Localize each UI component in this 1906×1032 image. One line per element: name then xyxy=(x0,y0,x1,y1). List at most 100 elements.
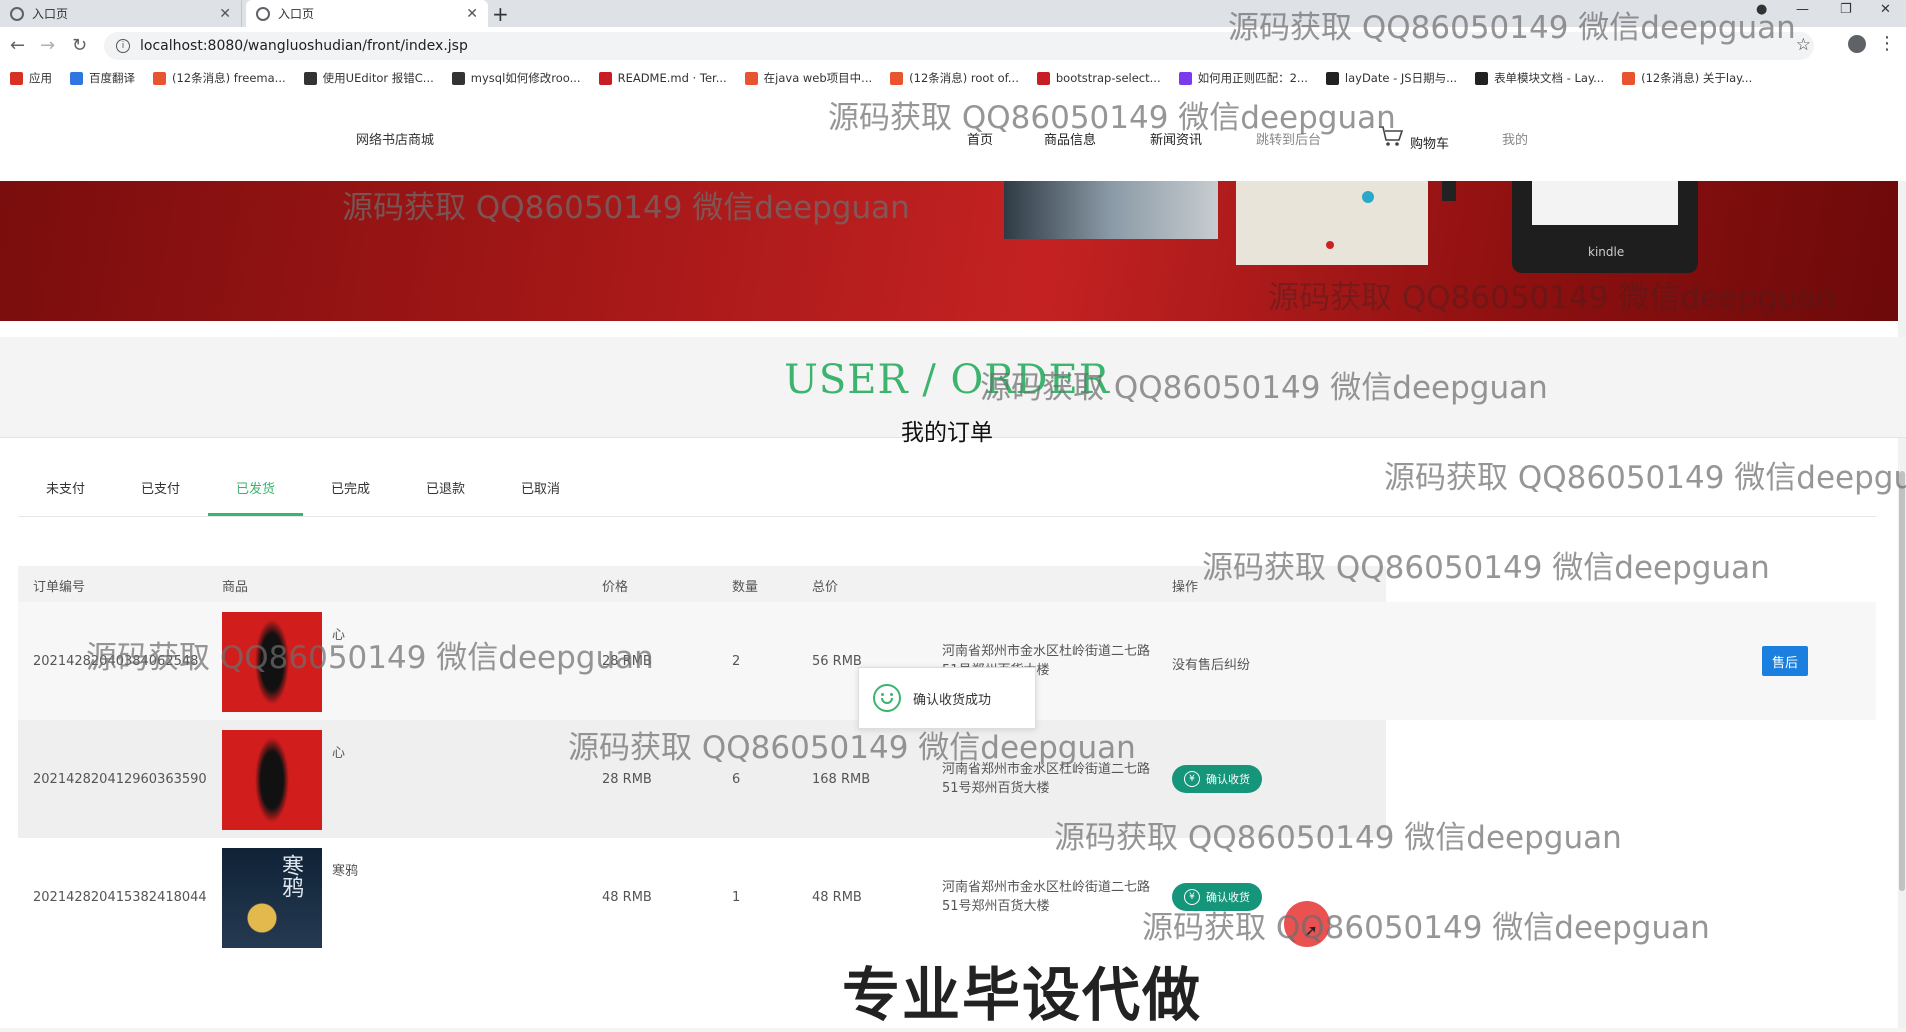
profile-icon[interactable] xyxy=(1848,35,1866,53)
browser-tab-title: 入口页 xyxy=(32,7,69,21)
menu-icon[interactable]: ⋮ xyxy=(1878,33,1896,54)
bookmark-star-icon[interactable]: ☆ xyxy=(1796,35,1811,55)
globe-icon xyxy=(256,6,270,21)
scrollbar[interactable] xyxy=(1898,181,1906,1028)
bookmark-favicon-icon xyxy=(70,71,83,85)
close-icon[interactable]: ✕ xyxy=(219,6,231,22)
product-image[interactable] xyxy=(222,612,322,712)
forward-icon[interactable]: → xyxy=(40,35,55,56)
total-price: 168 RMB xyxy=(812,772,871,787)
nav-home[interactable]: 首页 xyxy=(967,129,993,148)
bookmark-item[interactable]: (12条消息) freema... xyxy=(153,70,286,86)
reload-icon[interactable]: ↻ xyxy=(72,35,87,56)
order-number: 202142820412960363590 xyxy=(33,772,207,787)
product-image[interactable] xyxy=(222,730,322,830)
bookmark-label: bootstrap-select... xyxy=(1055,71,1161,85)
confirm-receipt-button[interactable]: ¥ 确认收货 xyxy=(1172,883,1262,911)
product-image[interactable]: 寒鸦 xyxy=(222,848,322,948)
url-text[interactable]: localhost:8080/wangluoshudian/front/inde… xyxy=(140,38,468,54)
col-product: 商品 xyxy=(222,580,249,595)
nav-news[interactable]: 新闻资讯 xyxy=(1150,129,1202,148)
col-order-no: 订单编号 xyxy=(33,580,86,595)
bookmark-item[interactable]: README.md · Ter... xyxy=(598,71,727,85)
toast-message: 确认收货成功 xyxy=(858,667,1036,729)
bookmark-item[interactable]: (12条消息) root of... xyxy=(890,70,1019,86)
close-window-icon[interactable]: ✕ xyxy=(1880,2,1891,17)
info-icon[interactable]: i xyxy=(116,39,130,53)
price: 28 RMB xyxy=(602,654,652,669)
shipping-address: 河南省郑州市金水区杜岭街道二七路51号郑州百货大楼 xyxy=(942,762,1151,796)
bookmark-favicon-icon xyxy=(303,71,317,85)
bookmark-item[interactable]: 百度翻译 xyxy=(70,70,135,86)
price: 28 RMB xyxy=(602,772,652,787)
bookmark-item[interactable]: (12条消息) 关于lay... xyxy=(1622,70,1752,86)
close-icon[interactable]: ✕ xyxy=(466,6,478,22)
bookmark-favicon-icon xyxy=(890,71,904,85)
bookmark-item[interactable]: 如何用正则匹配：2... xyxy=(1178,70,1308,86)
order-tab[interactable]: 已支付 xyxy=(113,466,208,514)
minimize-icon[interactable]: — xyxy=(1796,2,1809,17)
nav-cart[interactable]: 购物车 xyxy=(1410,133,1449,152)
bookmarks-bar: 应用 百度翻译 (12条消息) freema... 使用UEditor 报错C... m… xyxy=(0,65,1906,92)
confirm-receipt-button[interactable]: ¥ 确认收货 xyxy=(1172,765,1262,793)
address-bar: ← → ↻ i localhost:8080/wangluoshudian/fr… xyxy=(0,27,1906,65)
banner-book-2 xyxy=(1236,181,1428,265)
bookmark-label: 应用 xyxy=(29,71,52,85)
profile-dropdown-icon[interactable]: ● xyxy=(1756,2,1767,17)
banner-pen xyxy=(1442,181,1456,201)
promo-text: 专业毕设代做 xyxy=(842,961,1203,1029)
cart-icon[interactable] xyxy=(1378,125,1404,147)
shipping-address: 河南省郑州市金水区杜岭街道二七路51号郑州百货大楼 xyxy=(942,880,1151,914)
bookmark-item[interactable]: layDate - JS日期与... xyxy=(1325,70,1457,86)
order-tab[interactable]: 已发货 xyxy=(208,466,303,516)
col-qty: 数量 xyxy=(732,580,759,595)
order-tab[interactable]: 未支付 xyxy=(18,466,113,514)
bookmark-label: 使用UEditor 报错C... xyxy=(322,71,434,85)
col-total: 总价 xyxy=(812,580,839,595)
url-field[interactable]: i localhost:8080/wangluoshudian/front/in… xyxy=(104,32,1814,60)
yen-icon: ¥ xyxy=(1184,889,1200,905)
product-name[interactable]: 心 xyxy=(332,742,345,761)
smile-icon xyxy=(873,684,901,712)
bookmark-item[interactable]: 表单模块文档 - Lay... xyxy=(1475,70,1604,86)
order-tab[interactable]: 已退款 xyxy=(398,466,493,514)
price: 48 RMB xyxy=(602,890,652,905)
back-icon[interactable]: ← xyxy=(10,35,25,56)
browser-tab-1[interactable]: 入口页 ✕ xyxy=(0,0,242,27)
bookmark-label: 百度翻译 xyxy=(89,71,135,85)
browser-tab-2[interactable]: 入口页 ✕ xyxy=(246,0,488,27)
cursor-icon: ➚ xyxy=(1303,921,1319,942)
bookmark-favicon-icon xyxy=(1325,71,1339,85)
site-name[interactable]: 网络书店商城 xyxy=(356,129,434,148)
scrollbar-thumb[interactable] xyxy=(1899,471,1905,891)
product-name[interactable]: 寒鸦 xyxy=(332,860,358,879)
table-header: 订单编号 商品 价格 数量 总价 操作 xyxy=(18,566,1386,602)
bookmark-favicon-icon xyxy=(451,71,465,85)
browser-tab-bar: 入口页 ✕ 入口页 ✕ + ● — ❐ ✕ xyxy=(0,0,1906,27)
order-number: 20214282040384062548 xyxy=(33,654,199,669)
bookmark-label: 在java web项目中... xyxy=(763,71,873,85)
bookmark-item[interactable]: bootstrap-select... xyxy=(1036,71,1161,85)
apps-grid-icon xyxy=(10,71,23,85)
bookmark-label: (12条消息) root of... xyxy=(909,71,1019,85)
new-tab-button[interactable]: + xyxy=(492,2,509,26)
bookmark-item[interactable]: 在java web项目中... xyxy=(744,70,873,86)
order-tab[interactable]: 已完成 xyxy=(303,466,398,514)
page-title: 我的订单 xyxy=(901,420,993,446)
restore-icon[interactable]: ❐ xyxy=(1840,2,1852,17)
bookmark-item[interactable]: mysql如何修改roo... xyxy=(451,70,581,86)
banner-book-1 xyxy=(1004,181,1218,239)
browser-tab-title: 入口页 xyxy=(278,7,315,21)
nav-admin[interactable]: 跳转到后台 xyxy=(1256,129,1321,148)
page-title-en: USER / ORDER xyxy=(784,357,1110,403)
nav-products[interactable]: 商品信息 xyxy=(1044,129,1096,148)
order-tab[interactable]: 已取消 xyxy=(493,466,588,514)
bookmark-item[interactable]: 应用 xyxy=(10,70,52,86)
after-sale-button[interactable]: 售后 xyxy=(1762,646,1808,676)
nav-mine[interactable]: 我的 xyxy=(1502,129,1528,148)
product-name[interactable]: 心 xyxy=(332,624,345,643)
bookmark-label: mysql如何修改roo... xyxy=(470,71,581,85)
col-operation: 操作 xyxy=(1172,580,1199,595)
bookmark-item[interactable]: 使用UEditor 报错C... xyxy=(303,70,434,86)
bookmark-favicon-icon xyxy=(598,71,612,85)
